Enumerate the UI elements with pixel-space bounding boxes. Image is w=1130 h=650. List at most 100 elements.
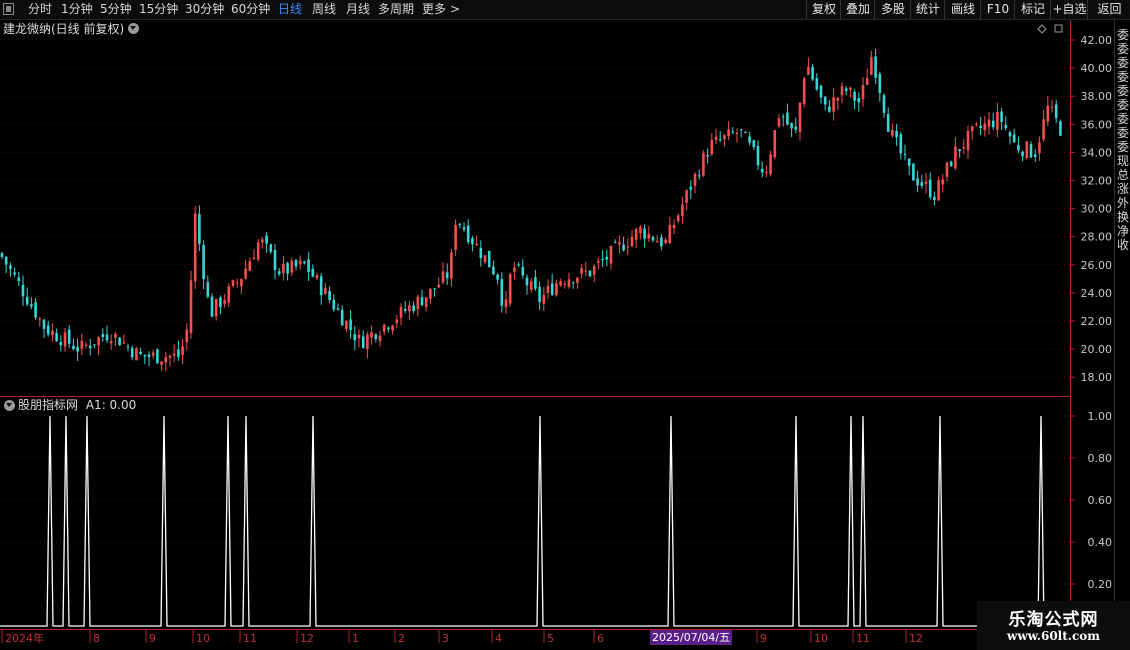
candle-body — [668, 224, 672, 244]
candle-body — [786, 112, 789, 125]
candle-body — [21, 284, 25, 297]
price-tick-label: 22.00 — [1081, 315, 1113, 328]
candle-body — [508, 273, 512, 304]
candle-body — [954, 146, 957, 169]
candle-body — [1000, 111, 1003, 122]
candle-body — [349, 319, 352, 331]
candle-body — [378, 335, 382, 342]
date-tick-label: 6 — [597, 632, 604, 645]
candle-body — [370, 332, 373, 338]
price-tick-label: 36.00 — [1081, 118, 1113, 131]
candle-body — [59, 341, 63, 346]
candle-body — [67, 329, 71, 344]
candle-body — [76, 346, 79, 352]
candle-body — [391, 325, 394, 331]
candle-body — [181, 346, 184, 356]
candle-body — [756, 145, 760, 166]
candle-body — [765, 171, 768, 173]
candle-body — [471, 238, 474, 245]
expand-icon[interactable] — [1054, 24, 1063, 33]
candle-body — [681, 204, 684, 216]
indicator-options-dropdown-icon[interactable] — [4, 400, 15, 411]
price-tick-label: 28.00 — [1081, 231, 1113, 244]
candle-body — [790, 123, 793, 129]
candle-body — [882, 95, 886, 113]
candle-body — [857, 98, 861, 103]
candle-body — [227, 286, 231, 303]
candle-body — [353, 334, 357, 341]
watermark: 乐淘公式网 www.60lt.com — [977, 601, 1130, 650]
candle-body — [828, 106, 831, 112]
candle-body — [622, 244, 625, 251]
candle-body — [361, 336, 365, 348]
candle-body — [17, 277, 21, 282]
candle-body — [958, 149, 961, 151]
candle-body — [840, 86, 844, 96]
side-panel-char: 净 — [1116, 224, 1129, 238]
price-tick-label: 38.00 — [1081, 90, 1113, 103]
candle-body — [240, 278, 243, 287]
candle-body — [744, 132, 747, 134]
candle-body — [525, 277, 529, 286]
date-tick-label: 2024年 — [5, 631, 44, 645]
candle-body — [878, 73, 882, 93]
candle-body — [949, 161, 953, 167]
candle-body — [513, 267, 516, 272]
candle-body — [798, 102, 802, 133]
candle-body — [387, 327, 390, 330]
candle-body — [580, 268, 583, 274]
candle-body — [676, 215, 680, 222]
candle-body — [651, 236, 655, 241]
candle-body — [613, 241, 617, 243]
candle-body — [769, 154, 772, 175]
side-panel-char: 涨 — [1116, 182, 1129, 196]
candle-body — [42, 319, 46, 329]
candle-body — [672, 224, 676, 229]
candle-body — [895, 130, 898, 138]
candle-body — [84, 344, 88, 346]
candle-body — [823, 96, 827, 105]
candle-body — [534, 277, 537, 289]
date-tick-label: 10 — [814, 632, 828, 645]
date-tick-label: 11 — [243, 632, 257, 645]
candle-body — [521, 266, 525, 276]
candle-body — [206, 282, 210, 297]
candle-body — [492, 266, 495, 275]
candle-body — [773, 130, 777, 158]
candle-body — [987, 119, 991, 127]
side-panel-char: 总 — [1116, 168, 1129, 182]
candle-body — [340, 309, 344, 326]
candle-body — [13, 272, 16, 275]
candle-body — [441, 271, 445, 283]
price-tick-label: 20.00 — [1081, 343, 1113, 356]
candle-body — [244, 268, 247, 279]
price-tick-label: 40.00 — [1081, 62, 1113, 75]
candle-body — [408, 305, 411, 312]
candle-body — [235, 282, 239, 284]
candle-body — [382, 324, 386, 332]
candle-body — [874, 56, 877, 78]
candle-body — [214, 298, 218, 317]
candle-body — [139, 351, 142, 355]
candle-body — [748, 136, 751, 143]
candle-body — [601, 259, 604, 261]
grid-lines — [0, 39, 1070, 585]
candle-body — [395, 319, 399, 324]
candle-body — [643, 228, 646, 239]
candle-body — [752, 140, 756, 148]
candle-body — [93, 344, 96, 346]
candle-body — [571, 282, 575, 284]
candle-body — [80, 340, 84, 349]
candle-body — [576, 277, 579, 283]
candle-body — [559, 281, 562, 286]
candle-body — [975, 123, 978, 125]
candlestick-series — [0, 48, 1062, 372]
side-panel-char: 委 — [1116, 112, 1129, 126]
diamond-icon[interactable] — [1037, 24, 1047, 34]
candle-body — [1059, 121, 1062, 136]
side-panel-char: 委 — [1116, 28, 1129, 42]
candle-body — [664, 239, 667, 244]
indicator-tick-label: 0.20 — [1088, 578, 1113, 591]
price-tick-label: 18.00 — [1081, 371, 1113, 384]
candle-body — [72, 345, 75, 350]
